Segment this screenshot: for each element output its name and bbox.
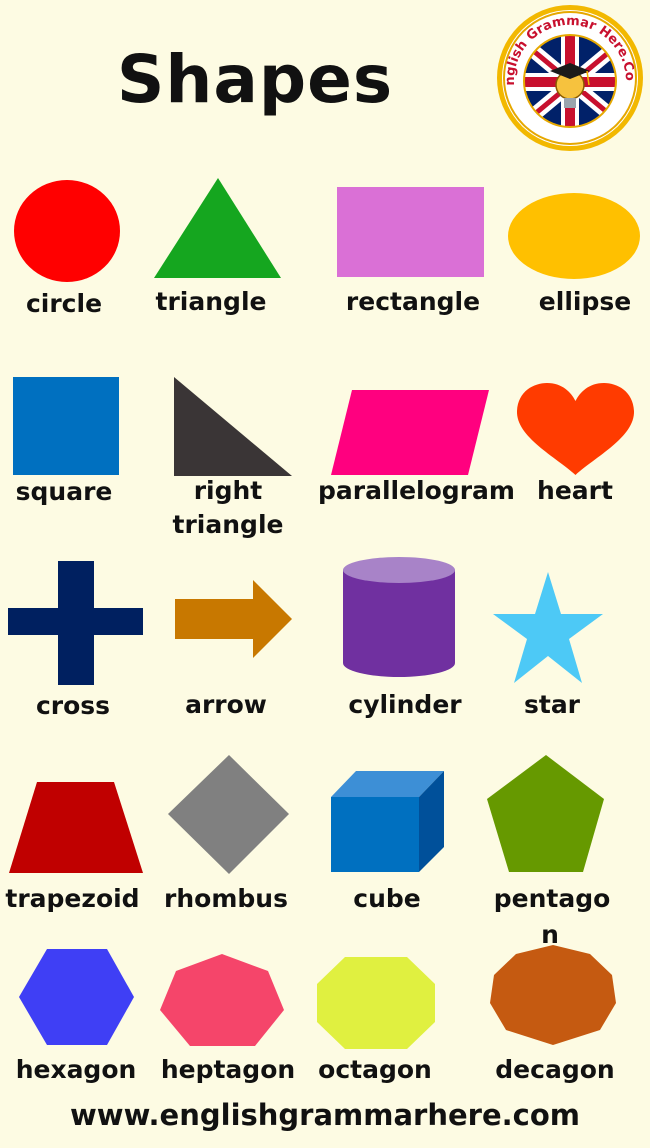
shape-label-square: square	[15, 477, 113, 506]
cylinder-shape	[343, 557, 455, 677]
octagon-shape	[317, 957, 435, 1049]
shape-label-right-triangle-1: right	[193, 476, 263, 505]
shape-label-right-triangle-2: triangle	[172, 510, 284, 539]
shape-label-parallelogram: parallelogram	[318, 476, 515, 505]
right-triangle-shape	[174, 377, 292, 476]
square-shape	[13, 377, 119, 475]
arrow-shape	[175, 580, 292, 658]
shape-label-arrow: arrow	[185, 690, 267, 719]
shape-label-heptagon: heptagon	[160, 1055, 296, 1084]
cube-shape	[331, 771, 444, 872]
parallelogram-shape	[331, 390, 489, 475]
heart-shape	[516, 383, 635, 475]
shape-label-cross: cross	[35, 691, 111, 720]
ellipse-shape	[508, 193, 640, 279]
shape-label-circle: circle	[25, 289, 103, 318]
shape-label-octagon: octagon	[318, 1055, 432, 1084]
shape-label-pentagon-1: pentago	[493, 884, 611, 913]
triangle-shape	[154, 178, 281, 278]
hexagon-shape	[19, 949, 134, 1045]
cross-shape	[8, 561, 143, 685]
shape-label-hexagon: hexagon	[15, 1055, 137, 1084]
site-logo: English Grammar Here.Com	[492, 3, 643, 151]
star-shape	[493, 572, 603, 683]
footer-url: www.englishgrammarhere.com	[70, 1098, 580, 1132]
circle-shape	[14, 180, 120, 282]
trapezoid-shape	[9, 782, 143, 873]
shape-label-cube: cube	[353, 884, 421, 913]
page-title: Shapes	[116, 41, 394, 118]
shape-label-cylinder: cylinder	[348, 690, 462, 719]
shape-label-heart: heart	[537, 476, 613, 505]
shape-label-decagon: decagon	[495, 1055, 615, 1084]
shape-label-rhombus: rhombus	[164, 884, 288, 913]
shape-label-star: star	[523, 690, 581, 719]
rhombus-shape	[168, 755, 289, 874]
pentagon-shape	[487, 755, 604, 872]
heptagon-shape	[160, 954, 284, 1046]
decagon-shape	[490, 945, 616, 1045]
rectangle-shape	[337, 187, 484, 277]
shape-label-rectangle: rectangle	[345, 287, 481, 316]
shape-label-trapezoid: trapezoid	[5, 884, 140, 913]
shape-label-triangle: triangle	[155, 287, 267, 316]
shape-label-ellipse: ellipse	[538, 287, 632, 316]
